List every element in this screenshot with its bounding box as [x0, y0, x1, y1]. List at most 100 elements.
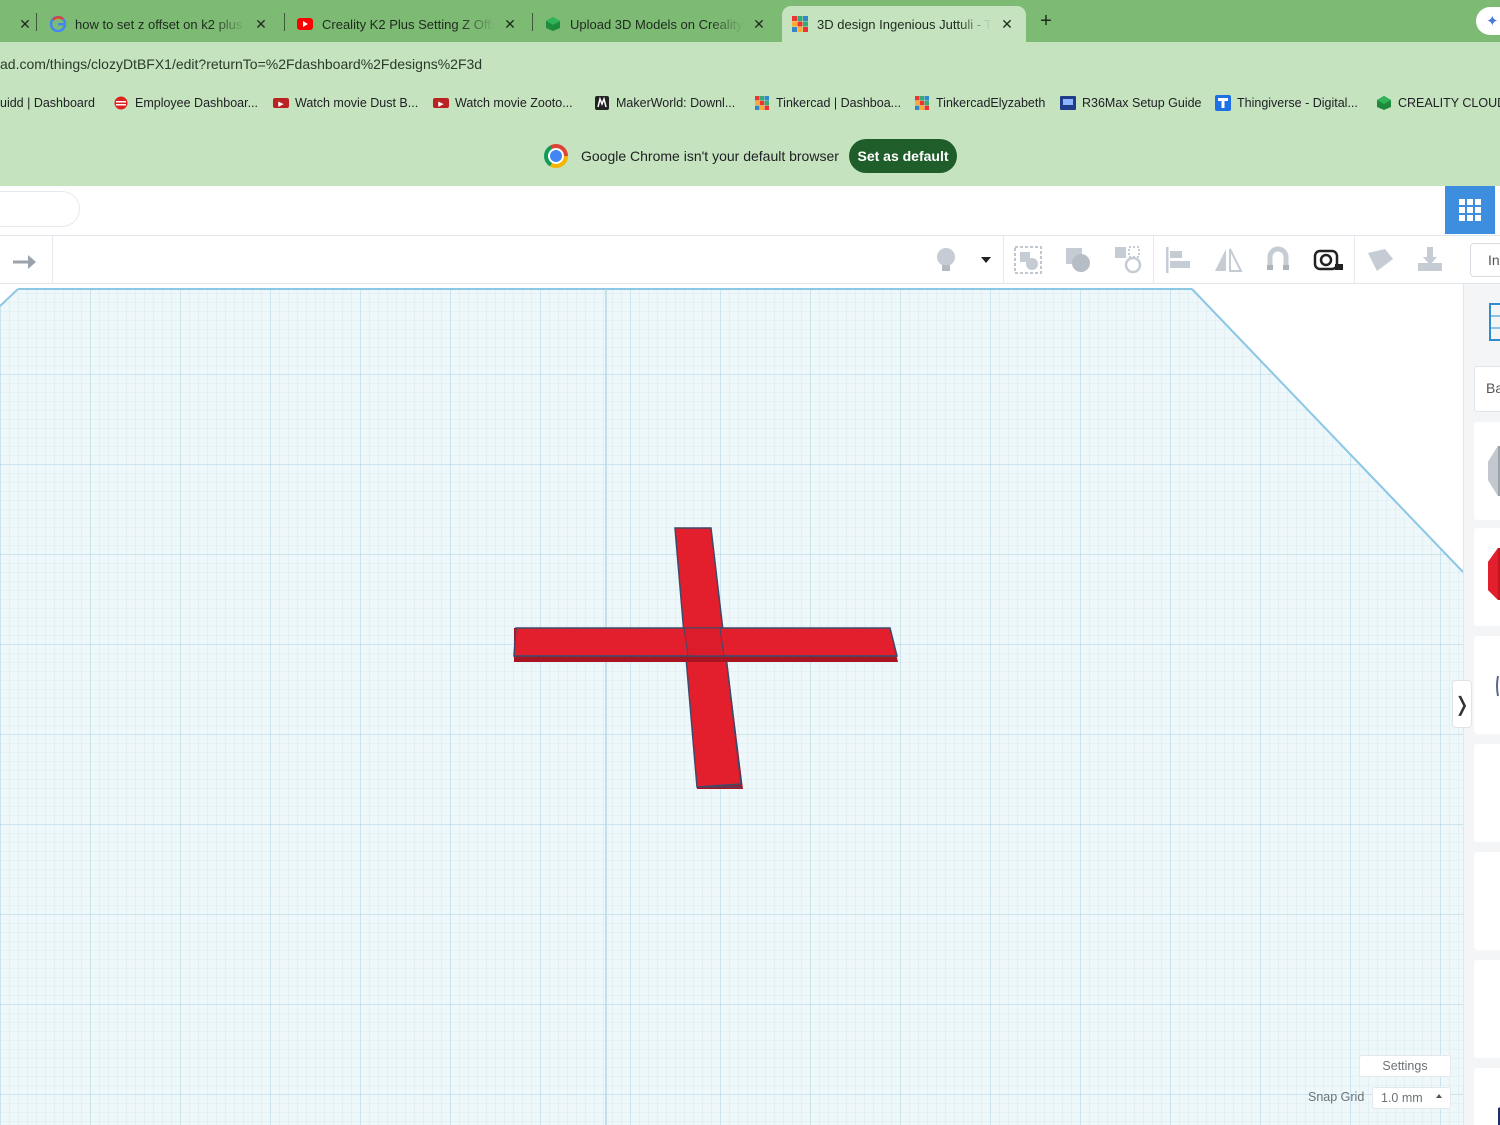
panel-collapse-button[interactable]: ❭	[1452, 680, 1472, 728]
redo-icon[interactable]	[10, 248, 42, 272]
tab-separator	[532, 13, 533, 31]
tab-title: Creality K2 Plus Setting Z Offset	[322, 16, 495, 32]
thingiverse-icon	[1215, 95, 1231, 111]
bookmark-label: Employee Dashboar...	[135, 96, 258, 110]
import-icon[interactable]	[1414, 244, 1446, 276]
settings-button[interactable]: Settings	[1359, 1055, 1451, 1077]
cylinder-shape-icon	[1496, 675, 1499, 697]
snap-grid-value: 1.0 mm	[1381, 1091, 1423, 1105]
workplane-canvas[interactable]	[0, 284, 1463, 1125]
snap-grid-label: Snap Grid	[1308, 1090, 1365, 1104]
employee-icon	[113, 96, 129, 110]
teal-shape-icon	[1474, 960, 1500, 1058]
close-icon[interactable]: ✕	[501, 16, 519, 33]
bookmark-label: Thingiverse - Digital...	[1237, 96, 1358, 110]
default-browser-infobar: Google Chrome isn't your default browser	[0, 124, 1500, 186]
bookmark-label: Tinkercad | Dashboa...	[776, 96, 902, 110]
group-bounds-icon[interactable]	[1012, 244, 1044, 276]
import-button[interactable]: In	[1470, 243, 1500, 277]
toolbar-divider	[1354, 236, 1355, 284]
bookmark-label: CREALITY CLOUD -	[1398, 96, 1500, 110]
movie-icon: ▶	[433, 96, 449, 110]
tab-close-prev[interactable]: ✕	[0, 6, 30, 42]
workplane[interactable]	[0, 284, 1463, 1125]
svg-text:▶: ▶	[438, 100, 444, 108]
align-icon[interactable]	[1162, 244, 1194, 276]
shape-tile[interactable]	[1474, 744, 1500, 842]
tab-separator	[36, 13, 37, 31]
tab-title: how to set z offset on k2 plus -	[75, 16, 246, 32]
shape-category-dropdown[interactable]: Ba	[1474, 366, 1500, 412]
ungroup-icon[interactable]	[1112, 244, 1144, 276]
navy-shape-icon	[1498, 1107, 1500, 1125]
bookmark-item[interactable]: uidd | Dashboard	[0, 96, 95, 110]
bookmark-item[interactable]: TinkercadElyzabeth	[914, 96, 1045, 110]
mirror-icon[interactable]	[1212, 244, 1244, 276]
bookmark-item[interactable]: R36Max Setup Guide	[1060, 96, 1202, 110]
creality-icon	[545, 16, 561, 32]
close-icon[interactable]: ✕	[750, 16, 768, 33]
new-tab-button[interactable]: +	[1034, 9, 1058, 33]
tinkercad-icon	[754, 96, 770, 110]
ruler-icon[interactable]	[1312, 244, 1344, 276]
address-bar[interactable]: ad.com/things/clozyDtBFX1/edit?returnTo=…	[0, 42, 1500, 84]
magnet-icon[interactable]	[1262, 244, 1294, 276]
close-icon[interactable]: ✕	[998, 16, 1016, 33]
shape-tile[interactable]	[1474, 1068, 1500, 1125]
workplane-icon[interactable]	[1488, 302, 1500, 345]
lightbulb-icon[interactable]	[930, 244, 962, 276]
bookmark-item[interactable]: Employee Dashboar...	[113, 96, 258, 110]
tab-creality[interactable]: Upload 3D Models on Creality Cloud ✕	[535, 6, 778, 42]
bookmark-item[interactable]: ▶ Watch movie Zooto...	[433, 96, 573, 110]
snap-grid-select[interactable]: 1.0 mm	[1372, 1087, 1451, 1109]
tinkercad-icon	[914, 96, 930, 110]
sphere-shape-icon	[1474, 744, 1500, 842]
tab-google-search[interactable]: how to set z offset on k2 plus - ✕	[40, 6, 280, 42]
bookmark-item[interactable]: CREALITY CLOUD -	[1376, 96, 1500, 110]
makerworld-icon	[594, 96, 610, 110]
close-icon[interactable]: ✕	[252, 16, 270, 33]
shape-tile[interactable]	[1474, 960, 1500, 1058]
bookmark-label: uidd | Dashboard	[0, 96, 95, 110]
scribble-shape-icon	[1474, 852, 1500, 950]
tab-separator	[284, 13, 285, 31]
tinkercad-icon	[792, 16, 808, 32]
shape-tile[interactable]	[1474, 636, 1500, 734]
close-icon[interactable]: ✕	[16, 16, 30, 33]
creality-icon	[1376, 96, 1392, 110]
design-name-field[interactable]	[0, 191, 80, 227]
movie-icon: ▶	[273, 96, 289, 110]
bookmarks-bar: uidd | Dashboard Employee Dashboar... ▶ …	[0, 84, 1500, 124]
infobar-message: Google Chrome isn't your default browser	[581, 148, 839, 164]
bookmark-item[interactable]: ▶ Watch movie Dust B...	[273, 96, 418, 110]
note-icon[interactable]	[1364, 244, 1396, 276]
bookmark-item[interactable]: MakerWorld: Downl...	[594, 96, 735, 110]
shape-icon[interactable]	[1062, 244, 1094, 276]
bookmark-label: R36Max Setup Guide	[1082, 96, 1202, 110]
shape-tile[interactable]	[1474, 528, 1500, 626]
url-text[interactable]: ad.com/things/clozyDtBFX1/edit?returnTo=…	[0, 56, 482, 72]
tinkercad-header	[0, 186, 1500, 236]
bookmark-item[interactable]: Thingiverse - Digital...	[1215, 95, 1358, 111]
google-icon	[50, 16, 66, 32]
svg-text:▶: ▶	[278, 100, 284, 108]
toolbar-divider	[1003, 236, 1004, 284]
tab-title: Upload 3D Models on Creality Cloud	[570, 16, 744, 32]
youtube-icon	[297, 16, 313, 32]
bookmark-label: Watch movie Dust B...	[295, 96, 419, 110]
tab-tinkercad-design[interactable]: 3D design Ingenious Juttuli - Tinkercad …	[782, 6, 1026, 42]
bookmark-label: Watch movie Zooto...	[455, 96, 573, 110]
shape-tile[interactable]	[1474, 852, 1500, 950]
chevron-right-icon: ❭	[1453, 693, 1471, 716]
bookmark-item[interactable]: Tinkercad | Dashboa...	[754, 96, 901, 110]
toolbar-divider	[1153, 236, 1154, 284]
toolbar-divider	[52, 236, 53, 284]
editor-toolbar: In	[0, 236, 1500, 284]
bookmark-label: TinkercadElyzabeth	[936, 96, 1046, 110]
set-as-default-button[interactable]: Set as default	[849, 139, 957, 173]
tab-youtube[interactable]: Creality K2 Plus Setting Z Offset ✕	[287, 6, 529, 42]
grid-view-button[interactable]	[1445, 186, 1495, 234]
dropdown-icon[interactable]	[970, 244, 1002, 276]
gemini-icon[interactable]: ✦	[1476, 7, 1500, 35]
shape-tile[interactable]	[1474, 422, 1500, 520]
